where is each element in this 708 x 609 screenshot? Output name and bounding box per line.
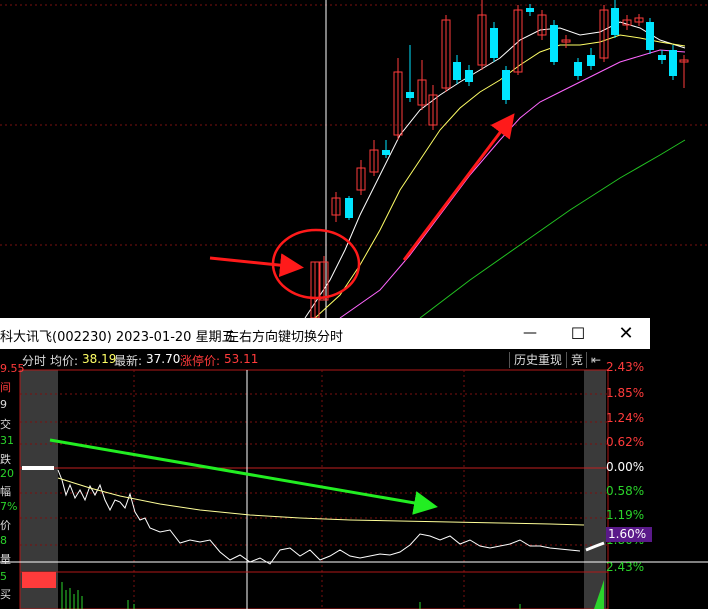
annotation-arrow-up — [402, 113, 515, 261]
left-info-fragment: 31 — [0, 434, 14, 447]
annotation-circle — [271, 228, 361, 300]
candle-body — [574, 62, 582, 76]
axis-percent-label: 0.62% — [606, 435, 645, 449]
intraday-chart — [0, 369, 708, 609]
candle-body — [490, 28, 498, 58]
left-info-fragment: 5 — [0, 570, 7, 583]
annotation-arrow-down — [49, 438, 438, 515]
left-info-fragment: 幅 — [0, 485, 11, 498]
axis-percent-label: 1.24% — [606, 411, 645, 425]
axis-percent-label: 2.43% — [606, 560, 645, 574]
left-info-fragment: 20 — [0, 467, 14, 480]
candle-body — [646, 22, 654, 50]
current-percent-tag: 1.60% — [606, 527, 652, 542]
left-info-fragment: 量 — [0, 553, 11, 566]
left-info-fragment: 交 — [0, 418, 11, 431]
candle-body — [669, 50, 677, 76]
axis-percent-label: 1.19% — [606, 508, 645, 522]
axis-percent-label: 0.00% — [606, 460, 645, 474]
candle-body — [502, 70, 510, 100]
candle-body — [406, 92, 414, 98]
axis-percent-label: 2.43% — [606, 360, 645, 374]
axis-percent-label: 0.58% — [606, 484, 645, 498]
ma10-line — [314, 34, 686, 318]
window-title: 科大讯飞(002230) 2023-01-20 星期五 — [0, 330, 235, 345]
candle-body — [453, 62, 461, 80]
candlestick-chart — [0, 0, 708, 318]
candle-body — [526, 8, 534, 12]
chart-frame — [19, 369, 609, 609]
close-icon[interactable]: ✕ — [603, 318, 649, 349]
ma20-line — [339, 49, 686, 318]
left-info-fragment: 跌 — [0, 453, 11, 466]
candle-body — [345, 198, 353, 218]
ma60-line — [419, 139, 686, 318]
candle-body — [550, 25, 558, 62]
candle-body — [465, 70, 473, 82]
left-info-fragment: 价 — [0, 519, 11, 532]
left-info-fragment: 间 — [0, 381, 11, 394]
minimize-icon[interactable]: — — [507, 318, 553, 349]
left-info-fragment: 9 — [0, 398, 7, 411]
left-info-fragment: 8 — [0, 534, 7, 547]
annotation-arrow-right — [209, 253, 304, 278]
candle-body — [611, 8, 619, 35]
opening-volume-bar — [22, 572, 56, 588]
maximize-icon[interactable]: ☐ — [555, 318, 601, 349]
candle-body — [658, 55, 666, 60]
post-market-shade — [584, 370, 606, 609]
candle-body — [382, 150, 390, 155]
window-hint: 左右方向键切换分时 — [226, 330, 344, 345]
left-info-fragment: 7% — [0, 500, 18, 513]
ma5-line — [304, 21, 686, 318]
left-info-fragment: 9.55 — [0, 362, 25, 375]
left-info-fragment: 买 — [0, 588, 11, 601]
price-line — [57, 469, 581, 565]
window-titlebar[interactable]: 科大讯飞(002230) 2023-01-20 星期五 左右方向键切换分时 — … — [0, 318, 650, 349]
candle-body — [587, 55, 595, 66]
axis-percent-label: 1.85% — [606, 386, 645, 400]
